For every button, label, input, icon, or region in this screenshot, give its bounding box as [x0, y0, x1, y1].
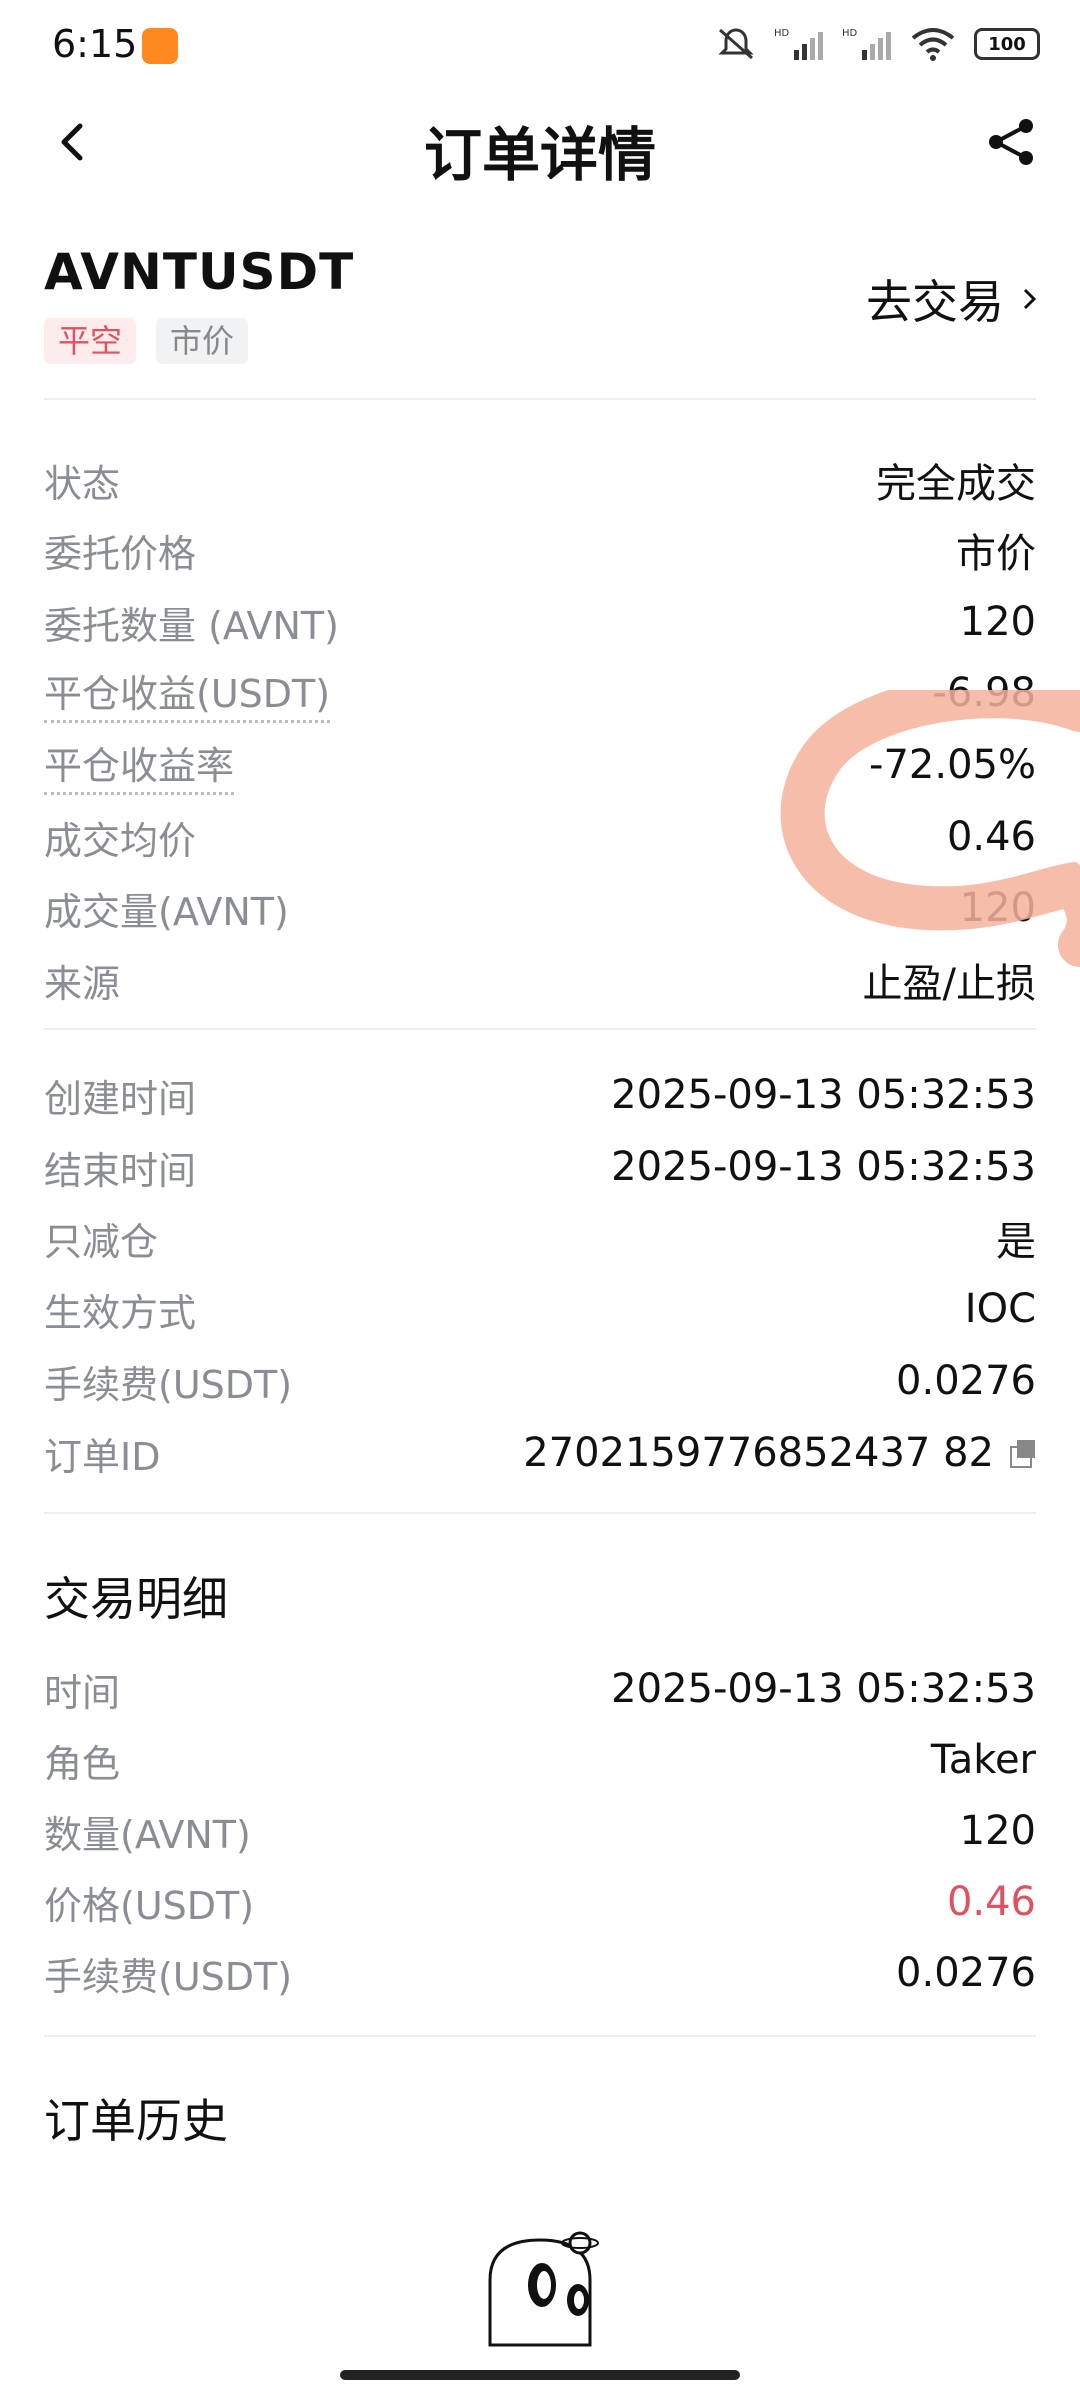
trade-row-role: 角色 Taker	[44, 1725, 1036, 1795]
detail-value: 0.0276	[896, 1950, 1036, 1996]
detail-value: 完全成交	[876, 461, 1036, 507]
detail-label: 生效方式	[44, 1290, 197, 1335]
mute-icon	[718, 28, 754, 60]
symbol-name: AVNTUSDT	[44, 243, 355, 301]
detail-label: 手续费(USDT)	[44, 1362, 293, 1407]
trade-row-fee: 手续费(USDT) 0.0276	[44, 1938, 1036, 2008]
detail-label: 订单ID	[44, 1434, 161, 1479]
detail-label: 手续费(USDT)	[44, 1954, 293, 1999]
battery-indicator: 100	[974, 28, 1040, 60]
detail-value: 120	[959, 1808, 1036, 1854]
trade-row-qty: 数量(AVNT) 120	[44, 1796, 1036, 1866]
detail-value: IOC	[964, 1286, 1036, 1332]
go-trade-label: 去交易	[866, 275, 1004, 329]
detail-label: 角色	[44, 1741, 121, 1786]
detail-row-order-id: 订单ID 2702159776852437 82	[44, 1418, 1036, 1488]
detail-value: 2025-09-13 05:32:53	[611, 1072, 1036, 1118]
detail-value-wrap: 2702159776852437 82	[523, 1430, 1036, 1476]
detail-label[interactable]: 平仓收益(USDT)	[44, 663, 331, 723]
home-indicator[interactable]	[340, 2370, 740, 2380]
detail-label: 价格(USDT)	[44, 1883, 255, 1928]
detail-label[interactable]: 平仓收益率	[44, 735, 235, 795]
divider	[44, 1028, 1036, 1030]
detail-value: 2025-09-13 05:32:53	[611, 1666, 1036, 1712]
detail-label: 时间	[44, 1670, 121, 1715]
detail-label: 成交均价	[44, 818, 197, 863]
detail-value: Taker	[930, 1737, 1036, 1783]
signal-icon-2: HD	[842, 28, 891, 60]
detail-row-end-time: 结束时间 2025-09-13 05:32:53	[44, 1132, 1036, 1202]
tag-market: 市价	[156, 318, 249, 364]
detail-label: 结束时间	[44, 1148, 197, 1193]
wifi-icon	[911, 28, 955, 61]
status-time: 6:15	[52, 22, 138, 66]
divider	[44, 2035, 1036, 2037]
detail-label: 创建时间	[44, 1076, 197, 1121]
divider	[44, 1512, 1036, 1514]
highlight-scribble	[780, 690, 1080, 967]
detail-row-order-qty: 委托数量 (AVNT) 120	[44, 587, 1036, 657]
trade-row-time: 时间 2025-09-13 05:32:53	[44, 1654, 1036, 1724]
detail-label: 委托数量 (AVNT)	[44, 603, 339, 648]
chevron-right-icon	[1023, 288, 1037, 310]
detail-label: 状态	[44, 461, 121, 506]
page-title: 订单详情	[423, 121, 656, 189]
detail-value: 2025-09-13 05:32:53	[611, 1144, 1036, 1190]
detail-row-reduce-only: 只减仓 是	[44, 1203, 1036, 1273]
detail-row-fee: 手续费(USDT) 0.0276	[44, 1346, 1036, 1416]
order-id-value: 2702159776852437 82	[523, 1430, 994, 1476]
svg-text:HD: HD	[842, 28, 858, 39]
svg-text:HD: HD	[774, 28, 790, 39]
detail-value: 市价	[956, 531, 1036, 577]
trade-detail-title: 交易明细	[44, 1572, 228, 1626]
detail-label: 成交量(AVNT)	[44, 889, 289, 934]
go-trade-link[interactable]: 去交易	[866, 266, 1040, 332]
detail-value: 120	[959, 599, 1036, 645]
detail-label: 数量(AVNT)	[44, 1812, 251, 1857]
signal-icon-1: HD	[774, 28, 823, 60]
detail-row-create-time: 创建时间 2025-09-13 05:32:53	[44, 1060, 1036, 1130]
back-icon[interactable]	[44, 112, 104, 172]
copy-icon[interactable]	[1010, 1440, 1036, 1468]
order-history-title: 订单历史	[44, 2094, 228, 2148]
detail-row-order-price: 委托价格 市价	[44, 515, 1036, 585]
binoculars-mascot-icon	[488, 2231, 599, 2347]
detail-row-time-in-force: 生效方式 IOC	[44, 1274, 1036, 1344]
share-icon[interactable]	[982, 112, 1042, 172]
detail-value: 0.0276	[896, 1358, 1036, 1404]
detail-label: 委托价格	[44, 531, 197, 576]
detail-value: 0.46	[946, 1879, 1036, 1925]
status-icons: HD HD 100	[716, 26, 1040, 62]
detail-value: 是	[996, 1219, 1036, 1265]
detail-label: 只减仓	[44, 1219, 159, 1264]
tag-close-short: 平空	[44, 318, 137, 364]
divider	[44, 398, 1036, 400]
detail-row-status: 状态 完全成交	[44, 445, 1036, 515]
notification-app-icon	[142, 28, 178, 64]
trade-row-price: 价格(USDT) 0.46	[44, 1867, 1036, 1937]
detail-label: 来源	[44, 961, 121, 1006]
